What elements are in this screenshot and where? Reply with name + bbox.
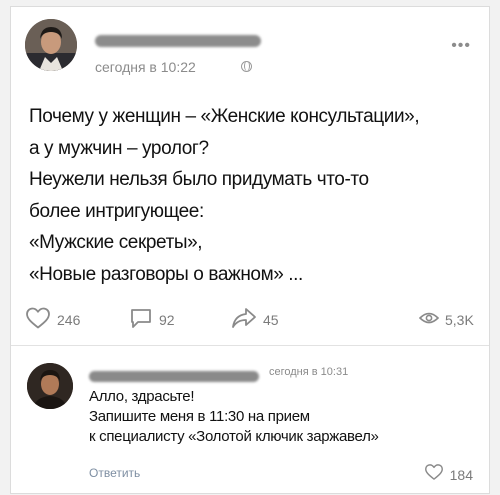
post-text-line: «Новые разговоры о важном» ... [29,263,303,285]
commenter-name-redacted[interactable] [89,371,259,382]
share-button[interactable]: 45 [231,306,279,334]
commenter-avatar[interactable] [27,363,73,409]
divider [11,345,489,346]
author-name-redacted[interactable] [95,35,261,47]
post-actions: 246 92 45 5,3K [25,306,477,334]
views-counter: 5,3K [418,306,474,334]
like-count: 246 [57,312,81,328]
post-text-line: более интригующее: [29,200,204,222]
comment-icon [129,306,153,335]
comment-count: 92 [159,312,175,328]
post-card: сегодня в 10:22 ••• Почему у женщин – «Ж… [10,6,490,494]
views-count: 5,3K [445,312,474,328]
post-text-line: Почему у женщин – «Женские консультации»… [29,106,420,127]
comment-like-count: 184 [449,466,473,483]
globe-icon [241,61,252,72]
comment: сегодня в 10:31 Алло, здрасьте! Запишите… [11,347,489,493]
heart-icon [424,463,444,486]
post-text: Почему у женщин – «Женские консультации»… [29,101,469,290]
comment-like-button[interactable]: 184 [424,463,473,486]
share-count: 45 [263,312,279,328]
comment-text-line: Алло, здрасьте! [89,388,195,405]
comment-text-line: Запишите меня в 11:30 на прием [89,408,310,425]
post-text-line: «Мужские секреты», [29,232,203,253]
comment-time[interactable]: сегодня в 10:31 [269,366,348,378]
post-header: сегодня в 10:22 ••• [25,19,475,79]
post-text-line: Неужели нельзя было придумать что-то [29,169,369,190]
reply-button[interactable]: Ответить [89,466,140,480]
author-avatar[interactable] [25,19,77,71]
comment-button[interactable]: 92 [129,306,175,334]
post-text-line: а у мужчин – уролог? [29,137,209,159]
like-button[interactable]: 246 [25,306,80,334]
comment-text-line: к специалисту «Золотой ключик заржавел» [89,428,379,445]
heart-icon [25,306,51,335]
share-icon [231,306,257,335]
post-time[interactable]: сегодня в 10:22 [95,59,196,75]
eye-icon [418,310,440,331]
comment-text: Алло, здрасьте! Запишите меня в 11:30 на… [89,387,469,447]
more-icon[interactable]: ••• [451,37,471,55]
